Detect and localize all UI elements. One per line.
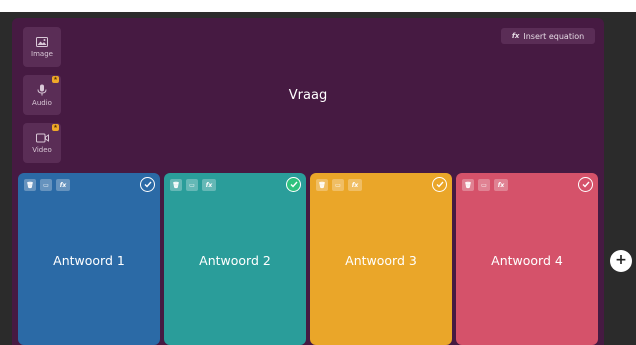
add-video-button[interactable]: ★ Video bbox=[23, 123, 61, 163]
top-bar bbox=[0, 0, 636, 12]
correct-answer-toggle[interactable] bbox=[286, 177, 301, 192]
image-icon[interactable]: ▭ bbox=[478, 179, 490, 191]
answer-text[interactable]: Antwoord 2 bbox=[164, 253, 306, 268]
add-video-label: Video bbox=[32, 145, 52, 154]
equation-icon: fx bbox=[511, 32, 520, 40]
question-text[interactable]: Vraag bbox=[12, 88, 604, 103]
checkmark-icon bbox=[582, 181, 590, 188]
answer-card-3[interactable]: 🗑 ▭ fx Antwoord 3 bbox=[310, 173, 452, 345]
checkmark-icon bbox=[290, 181, 298, 188]
delete-icon[interactable]: 🗑 bbox=[462, 179, 474, 191]
correct-answer-toggle[interactable] bbox=[140, 177, 155, 192]
insert-equation-label: Insert equation bbox=[523, 31, 585, 41]
equation-icon[interactable]: fx bbox=[202, 179, 216, 191]
answer-card-2[interactable]: 🗑 ▭ fx Antwoord 2 bbox=[164, 173, 306, 345]
equation-icon[interactable]: fx bbox=[348, 179, 362, 191]
image-icon[interactable]: ▭ bbox=[186, 179, 198, 191]
checkmark-icon bbox=[144, 181, 152, 188]
question-area[interactable]: Image ★ Audio ★ Video fx Insert equation… bbox=[12, 18, 604, 174]
answer-text[interactable]: Antwoord 1 bbox=[18, 253, 160, 268]
add-image-label: Image bbox=[31, 49, 53, 58]
video-camera-icon bbox=[35, 133, 49, 142]
answer-text[interactable]: Antwoord 4 bbox=[456, 253, 598, 268]
answer-card-4[interactable]: 🗑 ▭ fx Antwoord 4 bbox=[456, 173, 598, 345]
image-icon bbox=[36, 36, 48, 47]
answer-card-1[interactable]: 🗑 ▭ fx Antwoord 1 bbox=[18, 173, 160, 345]
premium-badge-icon: ★ bbox=[52, 76, 59, 83]
add-image-button[interactable]: Image bbox=[23, 27, 61, 67]
equation-icon[interactable]: fx bbox=[56, 179, 70, 191]
answer-text[interactable]: Antwoord 3 bbox=[310, 253, 452, 268]
delete-icon[interactable]: 🗑 bbox=[316, 179, 328, 191]
delete-icon[interactable]: 🗑 bbox=[24, 179, 36, 191]
image-icon[interactable]: ▭ bbox=[332, 179, 344, 191]
insert-equation-button[interactable]: fx Insert equation bbox=[501, 28, 595, 44]
delete-icon[interactable]: 🗑 bbox=[170, 179, 182, 191]
correct-answer-toggle[interactable] bbox=[578, 177, 593, 192]
checkmark-icon bbox=[436, 181, 444, 188]
image-icon[interactable]: ▭ bbox=[40, 179, 52, 191]
add-answer-button[interactable]: + bbox=[610, 250, 632, 272]
equation-icon[interactable]: fx bbox=[494, 179, 508, 191]
premium-badge-icon: ★ bbox=[52, 124, 59, 131]
quiz-editor: Image ★ Audio ★ Video fx Insert equation… bbox=[12, 18, 604, 345]
correct-answer-toggle[interactable] bbox=[432, 177, 447, 192]
